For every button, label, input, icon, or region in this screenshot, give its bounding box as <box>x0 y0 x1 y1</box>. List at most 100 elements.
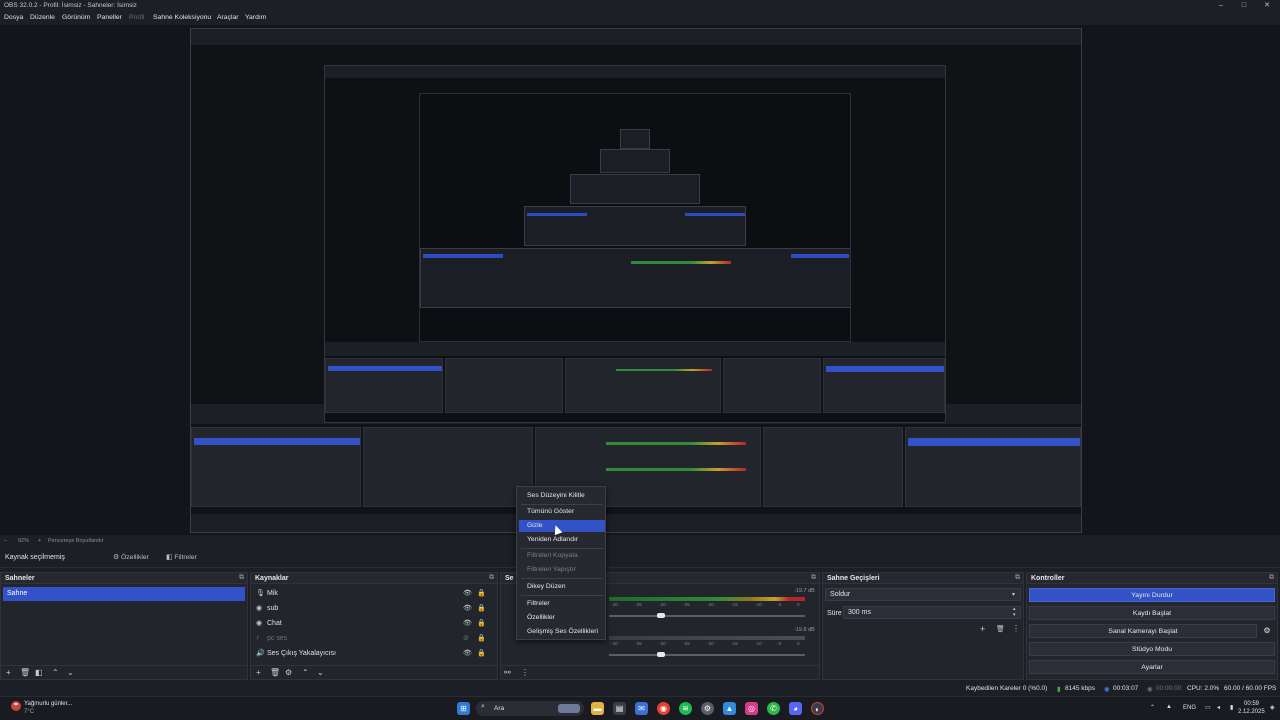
move-up-icon[interactable]: ⌃ <box>302 668 309 677</box>
instagram-icon[interactable]: ◎ <box>745 702 758 715</box>
menu-view[interactable]: Görünüm <box>62 14 90 21</box>
stop-stream-button[interactable]: Yayını Durdur <box>1029 588 1275 602</box>
lock-icon[interactable]: 🔒 <box>477 604 486 612</box>
lock-icon[interactable]: 🔒 <box>477 619 486 627</box>
move-up-icon[interactable]: ⌃ <box>52 668 59 677</box>
menu-help[interactable]: Yardım <box>245 14 266 21</box>
volume-slider-handle[interactable] <box>657 652 665 657</box>
weather-icon[interactable]: ☂ <box>11 701 21 711</box>
eye-hidden-icon[interactable]: ⊘ <box>463 634 469 642</box>
undock-icon[interactable]: ⧉ <box>811 574 816 582</box>
vertical-layout-menu-item[interactable]: Dikey Düzen <box>519 581 605 593</box>
volume-slider[interactable] <box>609 615 805 617</box>
menu-scene-collection[interactable]: Sahne Koleksiyonu <box>153 14 211 21</box>
tray-chevron-icon[interactable]: ⌃ <box>1150 704 1155 711</box>
add-source-icon[interactable]: + <box>256 668 261 677</box>
menu-tools[interactable]: Araçlar <box>217 14 239 21</box>
hide-menu-item[interactable]: Gizle <box>519 520 605 532</box>
clock-time[interactable]: 00:59 <box>1244 701 1259 707</box>
lock-icon[interactable]: 🔒 <box>477 589 486 597</box>
lock-volume-menu-item[interactable]: Ses Düzeyini Kilitle <box>519 490 605 502</box>
notification-icon[interactable]: ◈ <box>1270 704 1275 711</box>
fit-to-window-button[interactable]: Pencereye Boyutlandır <box>48 538 104 544</box>
volume-icon[interactable]: ◂ <box>1217 704 1220 711</box>
terminal-icon[interactable]: ▤ <box>613 702 626 715</box>
volume-slider-handle[interactable] <box>657 613 665 618</box>
maximize-button[interactable]: □ <box>1233 0 1255 12</box>
eye-icon[interactable]: 👁 <box>463 619 472 627</box>
settings-button[interactable]: Ayarlar <box>1029 660 1275 674</box>
scene-item[interactable]: Sahne <box>3 587 245 601</box>
start-recording-button[interactable]: Kaydı Başlat <box>1029 606 1275 620</box>
zoom-button[interactable]: – <box>4 538 7 544</box>
source-row-desktop-audio[interactable]: 🔊 Ses Çıkış Yakalayıcısı 👁 🔒 <box>253 647 495 661</box>
photos-icon[interactable]: ▲ <box>723 702 736 715</box>
start-virtual-camera-button[interactable]: Sanal Kamerayı Başlat <box>1029 624 1257 638</box>
clock-date[interactable]: 2.12.2025 <box>1238 709 1265 715</box>
discord-icon[interactable]: ◕ <box>789 702 802 715</box>
source-row-pc-ses[interactable]: ♪ pc ses ⊘ 🔒 <box>253 632 495 646</box>
properties-menu-item[interactable]: Özellikler <box>519 612 605 624</box>
rename-menu-item[interactable]: Yeniden Adlandır <box>519 534 605 546</box>
add-scene-icon[interactable]: + <box>6 668 11 677</box>
tray-app-icon[interactable]: ▲ <box>1166 704 1172 710</box>
filters-menu-item[interactable]: Filtreler <box>519 598 605 610</box>
weather-text[interactable]: Yağmurlu günler... <box>24 701 72 707</box>
menu-docks[interactable]: Paneller <box>97 14 122 21</box>
properties-button[interactable]: ⚙ Özellikler <box>113 553 149 561</box>
language-indicator[interactable]: ENG <box>1183 705 1196 711</box>
start-icon[interactable]: ⊞ <box>457 702 470 715</box>
paste-filters-menu-item[interactable]: Filtreleri Yapıştır <box>519 564 605 576</box>
mail-icon[interactable]: ✉ <box>635 702 648 715</box>
copy-filters-menu-item[interactable]: Filtreleri Kopyala <box>519 550 605 562</box>
menu-edit[interactable]: Düzenle <box>30 14 55 21</box>
undock-icon[interactable]: ⧉ <box>239 574 244 582</box>
remove-source-icon[interactable]: 🗑 <box>270 668 280 677</box>
filters-button[interactable]: ◧ Filtreler <box>166 553 197 561</box>
move-down-icon[interactable]: ⌄ <box>317 668 324 677</box>
undock-icon[interactable]: ⧉ <box>1015 574 1020 582</box>
file-explorer-icon[interactable]: ▬ <box>591 702 604 715</box>
source-properties-icon[interactable]: ⚙ <box>285 668 292 677</box>
scene-filters-icon[interactable]: ◧ <box>35 668 43 677</box>
settings-app-icon[interactable]: ⚙ <box>701 702 714 715</box>
studio-mode-button[interactable]: Stüdyo Modu <box>1029 642 1275 656</box>
eye-icon[interactable]: 👁 <box>463 604 472 612</box>
spotify-icon[interactable]: ≋ <box>679 702 692 715</box>
menu-file[interactable]: Dosya <box>4 14 23 21</box>
source-row-sub[interactable]: ◉ sub 👁 🔒 <box>253 602 495 616</box>
close-button[interactable]: ✕ <box>1256 0 1278 12</box>
move-down-icon[interactable]: ⌄ <box>67 668 74 677</box>
volume-slider[interactable] <box>609 654 805 656</box>
add-transition-icon[interactable]: + <box>980 624 985 634</box>
show-all-menu-item[interactable]: Tümünü Göster <box>519 506 605 518</box>
mixer-menu-icon[interactable]: ⋮ <box>521 668 529 677</box>
source-row-chat[interactable]: ◉ Chat 👁 🔒 <box>253 617 495 631</box>
whatsapp-icon[interactable]: ✆ <box>767 702 780 715</box>
transition-menu-icon[interactable]: ⋮ <box>1012 624 1020 633</box>
obs-icon[interactable]: ◐ <box>811 702 824 715</box>
menu-profile[interactable]: Profil <box>129 14 145 21</box>
remove-scene-icon[interactable]: 🗑 <box>20 668 30 677</box>
zoom-in-button[interactable]: + <box>38 538 41 544</box>
advanced-audio-icon[interactable]: ⚯ <box>504 668 511 677</box>
network-icon[interactable]: ▭ <box>1205 704 1211 711</box>
gear-icon[interactable]: ⚙ <box>1259 624 1275 638</box>
eye-icon[interactable]: 👁 <box>463 589 472 597</box>
lock-icon[interactable]: 🔒 <box>477 649 486 657</box>
undock-icon[interactable]: ⧉ <box>489 574 494 582</box>
chrome-icon[interactable]: ◉ <box>657 702 670 715</box>
search-box[interactable]: ⌕ Ara <box>476 701 584 716</box>
eye-icon[interactable]: 👁 <box>463 649 472 657</box>
preview-canvas[interactable] <box>0 25 1280 535</box>
spin-arrows-icon[interactable]: ▴ ▾ <box>1013 606 1016 618</box>
remove-transition-icon[interactable]: 🗑 <box>996 625 1005 633</box>
advanced-audio-menu-item[interactable]: Gelişmiş Ses Özellikleri <box>519 626 605 638</box>
minimize-button[interactable]: – <box>1210 0 1232 12</box>
undock-icon[interactable]: ⧉ <box>1269 574 1274 582</box>
lock-icon[interactable]: 🔒 <box>477 634 486 642</box>
transition-select[interactable]: Soldur ▾ <box>825 588 1021 601</box>
duration-spinbox[interactable]: 300 ms ▴ ▾ <box>843 606 1021 619</box>
source-row-mik[interactable]: 🎙 Mik 👁 🔒 <box>253 587 495 601</box>
battery-icon[interactable]: ▮ <box>1230 704 1233 711</box>
